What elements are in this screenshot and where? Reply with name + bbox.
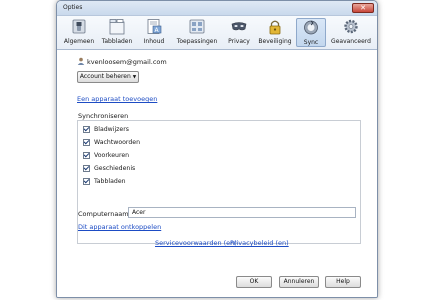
computer-name-input[interactable] (128, 207, 356, 218)
checkbox[interactable] (83, 165, 90, 172)
user-icon (77, 57, 85, 65)
tab-general[interactable]: Algemeen (61, 18, 97, 47)
tab-content[interactable]: A Inhoud (137, 18, 171, 47)
help-button[interactable]: Help (325, 276, 361, 288)
checkbox-label: Geschiedenis (94, 165, 136, 172)
checkbox[interactable] (83, 152, 90, 159)
content-icon: A (147, 19, 162, 34)
tab-label: Toepassingen (176, 38, 218, 45)
tab-label: Geavanceerd (331, 38, 371, 45)
tab-label: Algemeen (63, 38, 95, 45)
terms-of-service-link[interactable]: Servicevoorwaarden (en) (155, 239, 237, 247)
chevron-down-icon: ▼ (132, 75, 137, 80)
tab-security[interactable]: Beveiliging (256, 18, 294, 47)
options-dialog: Opties ✕ Algemeen Tabbladen A Inhoud Toe… (56, 0, 378, 298)
tab-label: Inhoud (143, 38, 165, 45)
window-title: Opties (63, 4, 83, 11)
sync-panel: kvenloosem@gmail.com Account beheren ▼ E… (57, 50, 377, 297)
disconnect-device-link[interactable]: Dit apparaat ontkoppelen (78, 223, 161, 231)
tabs-icon (109, 19, 125, 35)
title-bar[interactable]: Opties ✕ (57, 1, 377, 16)
gear-icon (344, 19, 358, 34)
lock-icon (269, 20, 281, 35)
checkbox-label: Bladwijzers (94, 126, 130, 133)
applications-icon (189, 19, 205, 34)
manage-account-label: Account beheren (79, 73, 131, 80)
sync-heading: Synchroniseren (78, 112, 129, 120)
tab-label: Sync (303, 39, 319, 46)
tab-label: Privacy (228, 38, 250, 45)
tab-sync[interactable]: Sync (296, 18, 326, 47)
checkbox-label: Tabbladen (94, 178, 126, 185)
close-button[interactable]: ✕ (352, 3, 374, 13)
tab-tabs[interactable]: Tabbladen (99, 18, 135, 47)
manage-account-button[interactable]: Account beheren ▼ (77, 71, 139, 83)
tab-advanced[interactable]: Geavanceerd (328, 18, 374, 47)
mask-icon (231, 22, 247, 31)
checkbox[interactable] (83, 139, 90, 146)
sync-icon (304, 20, 318, 35)
account-email: kvenloosem@gmail.com (87, 58, 167, 66)
tab-applications[interactable]: Toepassingen (172, 18, 222, 47)
add-device-link[interactable]: Een apparaat toevoegen (77, 95, 157, 103)
ok-button[interactable]: OK (236, 276, 272, 288)
cancel-button[interactable]: Annuleren (279, 276, 319, 288)
checkbox[interactable] (83, 178, 90, 185)
checkbox-label: Wachtwoorden (94, 139, 140, 146)
checkbox-label: Voorkeuren (94, 152, 130, 159)
tab-label: Tabbladen (101, 38, 133, 45)
checkbox[interactable] (83, 126, 90, 133)
computer-name-label: Computernaam: (78, 210, 131, 218)
switch-icon (72, 19, 86, 34)
privacy-policy-link[interactable]: Privacybeleid (en) (230, 239, 289, 247)
options-toolbar: Algemeen Tabbladen A Inhoud Toepassingen… (57, 16, 377, 50)
tab-label: Beveiliging (258, 38, 292, 45)
tab-privacy[interactable]: Privacy (224, 18, 254, 47)
